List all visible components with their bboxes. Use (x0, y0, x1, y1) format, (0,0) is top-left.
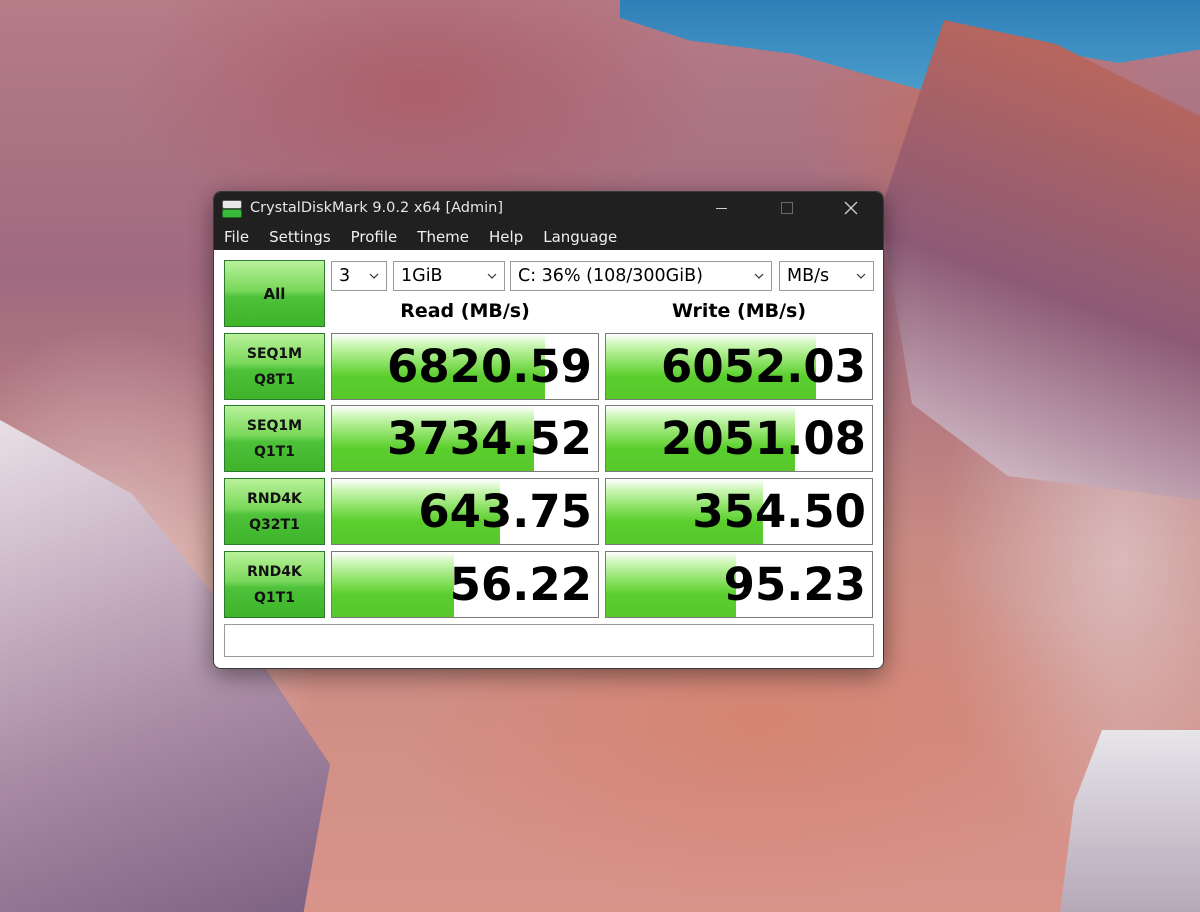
test-button-rnd4k-q1t1[interactable]: RND4K Q1T1 (224, 551, 325, 618)
read-value: 3734.52 (387, 412, 592, 465)
menu-language[interactable]: Language (543, 228, 617, 246)
rock-formation-right (880, 20, 1200, 500)
write-result-rnd4k-q1t1: 95.23 (605, 551, 873, 618)
write-result-seq1m-q8t1: 6052.03 (605, 333, 873, 400)
menu-file[interactable]: File (224, 228, 249, 246)
menu-theme[interactable]: Theme (417, 228, 469, 246)
test-name-line2: Q1T1 (254, 443, 295, 460)
read-column-header: Read (MB/s) (400, 300, 530, 322)
window-title: CrystalDiskMark 9.0.2 x64 [Admin] (250, 200, 503, 216)
test-count-select[interactable]: 3 (331, 261, 387, 291)
drive-value: C: 36% (108/300GiB) (518, 266, 703, 286)
menu-bar: File Settings Profile Theme Help Languag… (214, 224, 883, 250)
title-bar[interactable]: CrystalDiskMark 9.0.2 x64 [Admin] (214, 192, 883, 224)
read-result-rnd4k-q32t1: 643.75 (331, 478, 599, 545)
write-value: 354.50 (692, 485, 866, 538)
minimize-icon (715, 207, 727, 209)
menu-settings[interactable]: Settings (269, 228, 331, 246)
maximize-button[interactable] (764, 192, 810, 224)
unit-value: MB/s (787, 266, 830, 286)
menu-help[interactable]: Help (489, 228, 523, 246)
read-result-seq1m-q1t1: 3734.52 (331, 405, 599, 472)
read-value: 6820.59 (387, 340, 592, 393)
write-result-rnd4k-q32t1: 354.50 (605, 478, 873, 545)
maximize-icon (781, 202, 793, 214)
chevron-down-icon (369, 273, 379, 279)
run-all-button[interactable]: All (224, 260, 325, 327)
test-name-line2: Q8T1 (254, 371, 295, 388)
drive-select[interactable]: C: 36% (108/300GiB) (510, 261, 772, 291)
test-name-line2: Q32T1 (249, 516, 300, 533)
write-result-seq1m-q1t1: 2051.08 (605, 405, 873, 472)
write-value: 95.23 (723, 558, 866, 611)
chevron-down-icon (754, 273, 764, 279)
test-name-line1: SEQ1M (246, 417, 303, 434)
write-column-header: Write (MB/s) (671, 300, 807, 322)
write-bar-fill (606, 552, 737, 617)
comment-field[interactable] (224, 624, 874, 657)
test-name-line2: Q1T1 (254, 589, 295, 606)
read-result-seq1m-q8t1: 6820.59 (331, 333, 599, 400)
read-value: 56.22 (449, 558, 592, 611)
read-value: 643.75 (418, 485, 592, 538)
disk-app-icon (221, 198, 242, 218)
test-button-seq1m-q1t1[interactable]: SEQ1M Q1T1 (224, 405, 325, 472)
test-name-line1: SEQ1M (246, 345, 303, 362)
close-button[interactable] (828, 192, 874, 224)
test-button-seq1m-q8t1[interactable]: SEQ1M Q8T1 (224, 333, 325, 400)
read-result-rnd4k-q1t1: 56.22 (331, 551, 599, 618)
close-icon (844, 201, 858, 215)
chevron-down-icon (856, 273, 866, 279)
menu-profile[interactable]: Profile (351, 228, 398, 246)
rock-formation-bottom-right (1060, 730, 1200, 912)
main-panel: All 3 1GiB C: 36% (108/300GiB) MB/s Read… (214, 250, 883, 668)
crystaldiskmark-window: CrystalDiskMark 9.0.2 x64 [Admin] File S… (213, 191, 884, 669)
test-size-value: 1GiB (401, 266, 443, 286)
test-size-select[interactable]: 1GiB (393, 261, 505, 291)
test-name-line1: RND4K (247, 490, 302, 507)
chevron-down-icon (487, 273, 497, 279)
minimize-button[interactable] (698, 192, 744, 224)
write-value: 6052.03 (661, 340, 866, 393)
test-name-line1: RND4K (247, 563, 302, 580)
write-value: 2051.08 (661, 412, 866, 465)
unit-select[interactable]: MB/s (779, 261, 874, 291)
read-bar-fill (332, 552, 455, 617)
test-count-value: 3 (339, 266, 351, 286)
test-button-rnd4k-q32t1[interactable]: RND4K Q32T1 (224, 478, 325, 545)
